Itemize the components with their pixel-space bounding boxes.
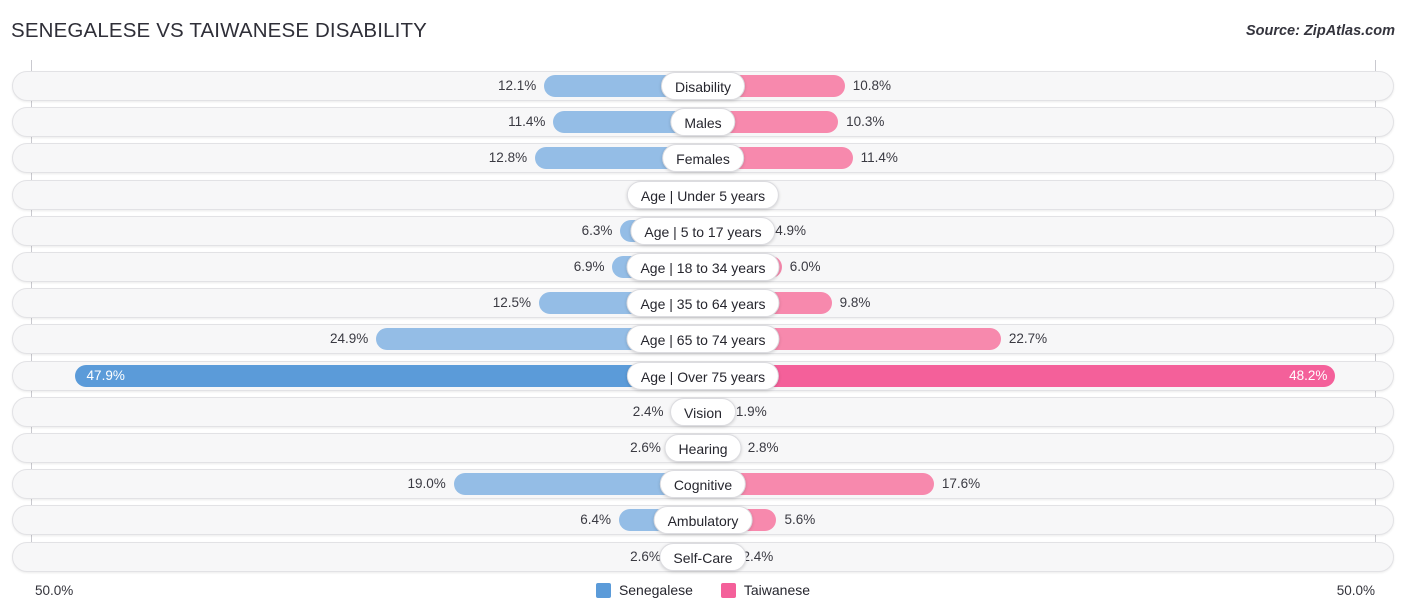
bar-value-senegalese: 6.9% — [573, 259, 605, 274]
bar-value-taiwanese: 1.9% — [735, 403, 767, 419]
category-label-pill[interactable]: Ambulatory — [653, 506, 753, 535]
bar-row[interactable]: 19.0% 17.6% Cognitive — [12, 469, 1394, 500]
bar-row[interactable]: 12.5% 9.8% Age | 35 to 64 years — [12, 288, 1394, 319]
category-label-pill[interactable]: Age | 65 to 74 years — [626, 325, 780, 354]
bar-row[interactable]: 47.9% 48.2% Age | Over 75 years — [12, 360, 1394, 391]
category-label-pill[interactable]: Hearing — [664, 434, 742, 462]
legend-item[interactable]: Taiwanese — [720, 582, 811, 598]
bar-value-taiwanese: 9.8% — [839, 295, 871, 311]
bar-value-taiwanese: 2.4% — [742, 548, 774, 564]
bar-value-taiwanese: 22.7% — [1008, 331, 1048, 347]
chart-footer: 50.0% 50.0% Senegalese Taiwanese — [0, 575, 1406, 612]
bar-value-senegalese: 11.4% — [508, 114, 546, 130]
category-label-pill[interactable]: Age | 18 to 34 years — [626, 253, 780, 281]
bar-value-senegalese: 24.9% — [330, 331, 369, 347]
chart-plot-area: 12.1% 10.8% Disability 11.4% 10.3% Males 12.8%… — [0, 60, 1406, 575]
bar-value-taiwanese: 4.9% — [775, 222, 807, 238]
bar-row[interactable]: 1.2%1.3%Age | Under 5 years — [12, 179, 1394, 210]
page-title: SENEGALESE VS TAIWANESE DISABILITY — [11, 19, 427, 42]
bar-value-senegalese: 2.6% — [630, 440, 661, 455]
chart-header: SENEGALESE VS TAIWANESE DISABILITY Sourc… — [0, 0, 1406, 60]
bar-value-taiwanese: 6.0% — [789, 259, 821, 274]
bar-row[interactable]: 2.4% 1.9% Vision — [12, 396, 1394, 427]
bar-value-taiwanese: 11.4% — [860, 150, 898, 166]
legend-swatch-icon — [720, 582, 736, 598]
bar-value-senegalese: 12.8% — [488, 150, 528, 166]
bar-value-senegalese: 6.4% — [580, 512, 612, 528]
bar-value-taiwanese: 17.6% — [941, 476, 981, 492]
bar-row[interactable]: 6.3% 4.9% Age | 5 to 17 years — [12, 215, 1394, 246]
bar-value-taiwanese: 2.8% — [747, 440, 779, 455]
category-label-pill[interactable]: Age | Under 5 years — [626, 180, 780, 209]
bar-value-senegalese: 6.3% — [581, 222, 613, 238]
category-label-pill[interactable]: Cognitive — [659, 470, 747, 499]
chart-legend: Senegalese Taiwanese — [0, 582, 1406, 598]
legend-swatch-icon — [595, 582, 611, 598]
bar-value-senegalese: 19.0% — [407, 476, 446, 492]
category-label-pill[interactable]: Females — [662, 144, 744, 173]
bar-row[interactable]: 12.1% 10.8% Disability — [12, 71, 1394, 101]
bar-row[interactable]: 6.9% 6.0% Age | 18 to 34 years — [12, 252, 1394, 282]
bar-value-senegalese: 2.4% — [632, 403, 664, 419]
bar-value-taiwanese: 10.3% — [846, 114, 885, 130]
bar-value-taiwanese: 48.2% — [1289, 367, 1328, 383]
category-label-pill[interactable]: Age | Over 75 years — [626, 361, 780, 390]
category-label-pill[interactable]: Vision — [670, 397, 736, 426]
category-label-pill[interactable]: Disability — [660, 72, 746, 100]
bar-value-taiwanese: 5.6% — [784, 512, 816, 528]
source-attribution: Source: ZipAtlas.com — [1245, 23, 1395, 39]
bar-value-senegalese: 2.6% — [630, 548, 661, 564]
bar-value-taiwanese: 10.8% — [852, 78, 891, 93]
legend-item-label: Senegalese — [618, 582, 693, 598]
category-label-pill[interactable]: Males — [670, 108, 736, 137]
legend-item[interactable]: Senegalese — [595, 582, 693, 598]
category-label-pill[interactable]: Age | 5 to 17 years — [630, 216, 776, 245]
bar-value-senegalese: 12.1% — [497, 78, 537, 93]
bar-row[interactable]: 11.4% 10.3% Males — [12, 107, 1394, 138]
category-label-pill[interactable]: Self-Care — [659, 542, 747, 571]
bar-row[interactable]: 2.6% 2.8% Hearing — [12, 433, 1394, 463]
bar-taiwanese[interactable] — [703, 364, 1336, 387]
bar-value-senegalese: 47.9% — [86, 367, 125, 383]
bar-row[interactable]: 2.6% 2.4% Self-Care — [12, 541, 1394, 572]
bar-row[interactable]: 12.8% 11.4% Females — [12, 143, 1394, 174]
bar-row[interactable]: 6.4% 5.6% Ambulatory — [12, 505, 1394, 536]
legend-item-label: Taiwanese — [743, 582, 811, 598]
bar-senegalese[interactable] — [74, 364, 703, 387]
bar-row[interactable]: 24.9% 22.7% Age | 65 to 74 years — [12, 324, 1394, 355]
bar-value-senegalese: 12.5% — [492, 295, 531, 311]
category-label-pill[interactable]: Age | 35 to 64 years — [626, 289, 780, 318]
